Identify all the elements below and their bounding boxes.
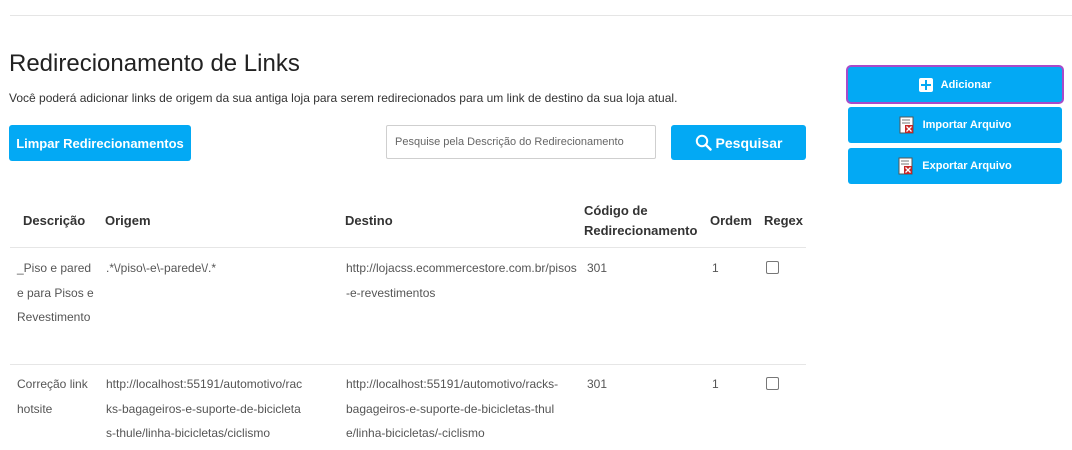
page-title: Redirecionamento de Links [9, 50, 300, 77]
column-header-codigo: Código de Redirecionamento [584, 201, 697, 241]
search-button[interactable]: Pesquisar [671, 125, 806, 160]
export-file-label: Exportar Arquivo [922, 160, 1012, 172]
search-input[interactable] [386, 125, 656, 159]
top-divider [10, 15, 1072, 16]
add-button-label: Adicionar [940, 78, 992, 91]
cell-codigo: 301 [587, 261, 608, 275]
plus-icon [918, 77, 933, 92]
column-header-descricao: Descrição [23, 213, 86, 228]
cell-origem: http://localhost:55191/automotivo/racks-… [106, 377, 303, 440]
clear-redirects-button[interactable]: Limpar Redirecionamentos [9, 125, 191, 161]
search-button-label: Pesquisar [715, 134, 783, 151]
file-export-icon [898, 157, 913, 175]
column-header-codigo-line1: Código de [584, 203, 648, 218]
column-header-codigo-line2: Redirecionamento [584, 223, 698, 238]
search-icon [695, 134, 712, 151]
column-header-regex: Regex [764, 213, 804, 228]
export-file-button[interactable]: Exportar Arquivo [848, 148, 1062, 184]
cell-origem: .*\/piso\-e\-parede\/.* [106, 261, 217, 275]
import-file-label: Importar Arquivo [922, 119, 1012, 131]
column-header-destino: Destino [345, 213, 393, 228]
cell-destino: http://lojacss.ecommercestore.com.br/pis… [346, 261, 577, 300]
regex-checkbox[interactable] [766, 261, 779, 274]
cell-ordem: 1 [712, 377, 719, 391]
file-import-icon [899, 116, 914, 134]
import-file-button[interactable]: Importar Arquivo [848, 107, 1062, 143]
page-subtitle: Você poderá adicionar links de origem da… [9, 91, 678, 105]
table-row-divider [10, 364, 806, 365]
cell-codigo: 301 [587, 377, 608, 391]
cell-destino: http://localhost:55191/automotivo/racks-… [346, 377, 559, 440]
add-button[interactable]: Adicionar [848, 67, 1062, 102]
cell-descricao: Correção link hotsite [17, 377, 88, 416]
cell-ordem: 1 [712, 261, 719, 275]
column-header-ordem: Ordem [710, 213, 752, 228]
column-header-origem: Origem [105, 213, 151, 228]
cell-descricao: _Piso e parede para Pisos e Revestimento [17, 261, 94, 324]
regex-checkbox[interactable] [766, 377, 779, 390]
table-header-divider [10, 247, 806, 248]
